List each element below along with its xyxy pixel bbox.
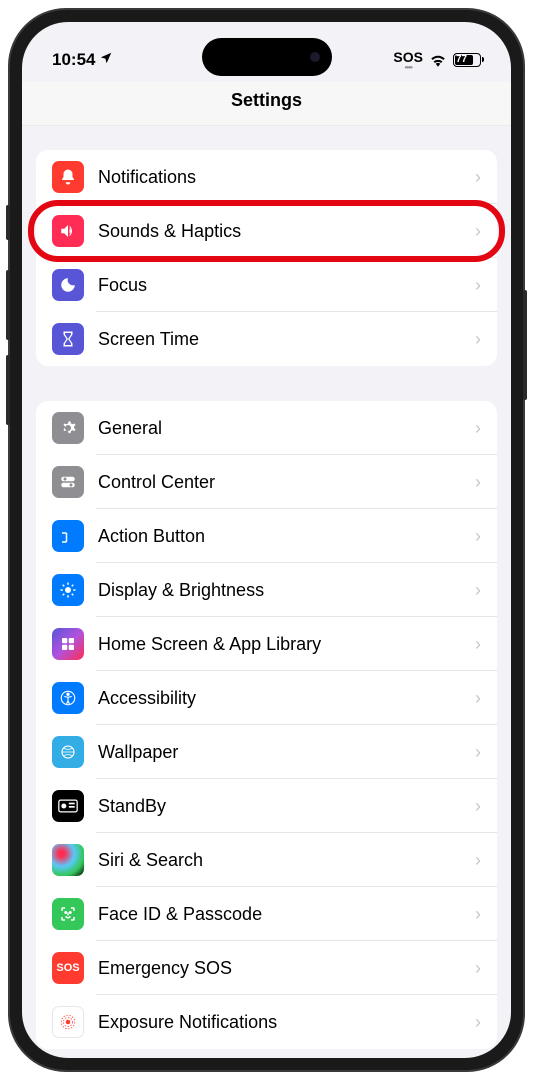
dynamic-island bbox=[202, 38, 332, 76]
row-label: Screen Time bbox=[98, 329, 475, 350]
chevron-right-icon: › bbox=[475, 688, 481, 709]
chevron-right-icon: › bbox=[475, 275, 481, 296]
side-button bbox=[6, 270, 10, 340]
status-time: 10:54 bbox=[52, 50, 95, 70]
camera-dot bbox=[310, 52, 320, 62]
chevron-right-icon: › bbox=[475, 904, 481, 925]
sos-indicator: SOS •••• bbox=[393, 49, 423, 70]
settings-row-control-center[interactable]: Control Center › bbox=[36, 455, 497, 509]
settings-row-notifications[interactable]: Notifications › bbox=[36, 150, 497, 204]
status-left: 10:54 bbox=[52, 50, 113, 70]
chevron-right-icon: › bbox=[475, 742, 481, 763]
wifi-icon bbox=[429, 53, 447, 67]
row-label: Control Center bbox=[98, 472, 475, 493]
row-label: Accessibility bbox=[98, 688, 475, 709]
action-button-icon bbox=[52, 520, 84, 552]
settings-row-general[interactable]: General › bbox=[36, 401, 497, 455]
row-label: StandBy bbox=[98, 796, 475, 817]
row-label: Exposure Notifications bbox=[98, 1012, 475, 1033]
row-label: Face ID & Passcode bbox=[98, 904, 475, 925]
home-screen-icon bbox=[52, 628, 84, 660]
row-label: Action Button bbox=[98, 526, 475, 547]
side-button bbox=[6, 205, 10, 240]
focus-icon bbox=[52, 269, 84, 301]
row-label: Emergency SOS bbox=[98, 958, 475, 979]
settings-row-standby[interactable]: StandBy › bbox=[36, 779, 497, 833]
screen: 10:54 SOS •••• 77 bbox=[22, 22, 511, 1058]
location-icon bbox=[99, 50, 113, 70]
settings-content[interactable]: Notifications › Sounds & Haptics › Focus bbox=[22, 126, 511, 1058]
row-label: Siri & Search bbox=[98, 850, 475, 871]
settings-row-focus[interactable]: Focus › bbox=[36, 258, 497, 312]
page-title: Settings bbox=[22, 82, 511, 126]
screen-time-icon bbox=[52, 323, 84, 355]
settings-group-1: Notifications › Sounds & Haptics › Focus bbox=[36, 150, 497, 366]
chevron-right-icon: › bbox=[475, 472, 481, 493]
notifications-icon bbox=[52, 161, 84, 193]
row-label: Home Screen & App Library bbox=[98, 634, 475, 655]
settings-row-sounds-haptics[interactable]: Sounds & Haptics › bbox=[36, 204, 497, 258]
side-button bbox=[6, 355, 10, 425]
wallpaper-icon bbox=[52, 736, 84, 768]
accessibility-icon bbox=[52, 682, 84, 714]
chevron-right-icon: › bbox=[475, 796, 481, 817]
standby-icon bbox=[52, 790, 84, 822]
settings-row-wallpaper[interactable]: Wallpaper › bbox=[36, 725, 497, 779]
siri-icon bbox=[52, 844, 84, 876]
settings-group-2: General › Control Center › Action Button… bbox=[36, 401, 497, 1049]
phone-frame: 10:54 SOS •••• 77 bbox=[10, 10, 523, 1070]
chevron-right-icon: › bbox=[475, 526, 481, 547]
control-center-icon bbox=[52, 466, 84, 498]
side-button bbox=[523, 290, 527, 400]
row-label: Notifications bbox=[98, 167, 475, 188]
chevron-right-icon: › bbox=[475, 167, 481, 188]
settings-row-accessibility[interactable]: Accessibility › bbox=[36, 671, 497, 725]
chevron-right-icon: › bbox=[475, 634, 481, 655]
settings-row-display-brightness[interactable]: Display & Brightness › bbox=[36, 563, 497, 617]
chevron-right-icon: › bbox=[475, 958, 481, 979]
status-right: SOS •••• 77 bbox=[393, 49, 481, 70]
face-id-icon bbox=[52, 898, 84, 930]
row-label: General bbox=[98, 418, 475, 439]
general-icon bbox=[52, 412, 84, 444]
row-label: Display & Brightness bbox=[98, 580, 475, 601]
row-label: Wallpaper bbox=[98, 742, 475, 763]
settings-row-emergency-sos[interactable]: SOS Emergency SOS › bbox=[36, 941, 497, 995]
settings-row-face-id-passcode[interactable]: Face ID & Passcode › bbox=[36, 887, 497, 941]
settings-row-screen-time[interactable]: Screen Time › bbox=[36, 312, 497, 366]
brightness-icon bbox=[52, 574, 84, 606]
chevron-right-icon: › bbox=[475, 418, 481, 439]
chevron-right-icon: › bbox=[475, 329, 481, 350]
chevron-right-icon: › bbox=[475, 221, 481, 242]
chevron-right-icon: › bbox=[475, 850, 481, 871]
sounds-icon bbox=[52, 215, 84, 247]
settings-row-home-screen[interactable]: Home Screen & App Library › bbox=[36, 617, 497, 671]
row-label: Focus bbox=[98, 275, 475, 296]
battery-icon: 77 bbox=[453, 53, 481, 67]
settings-row-action-button[interactable]: Action Button › bbox=[36, 509, 497, 563]
exposure-icon bbox=[52, 1006, 84, 1038]
row-label: Sounds & Haptics bbox=[98, 221, 475, 242]
chevron-right-icon: › bbox=[475, 580, 481, 601]
settings-row-siri-search[interactable]: Siri & Search › bbox=[36, 833, 497, 887]
emergency-sos-icon: SOS bbox=[52, 952, 84, 984]
chevron-right-icon: › bbox=[475, 1012, 481, 1033]
settings-row-exposure-notifications[interactable]: Exposure Notifications › bbox=[36, 995, 497, 1049]
